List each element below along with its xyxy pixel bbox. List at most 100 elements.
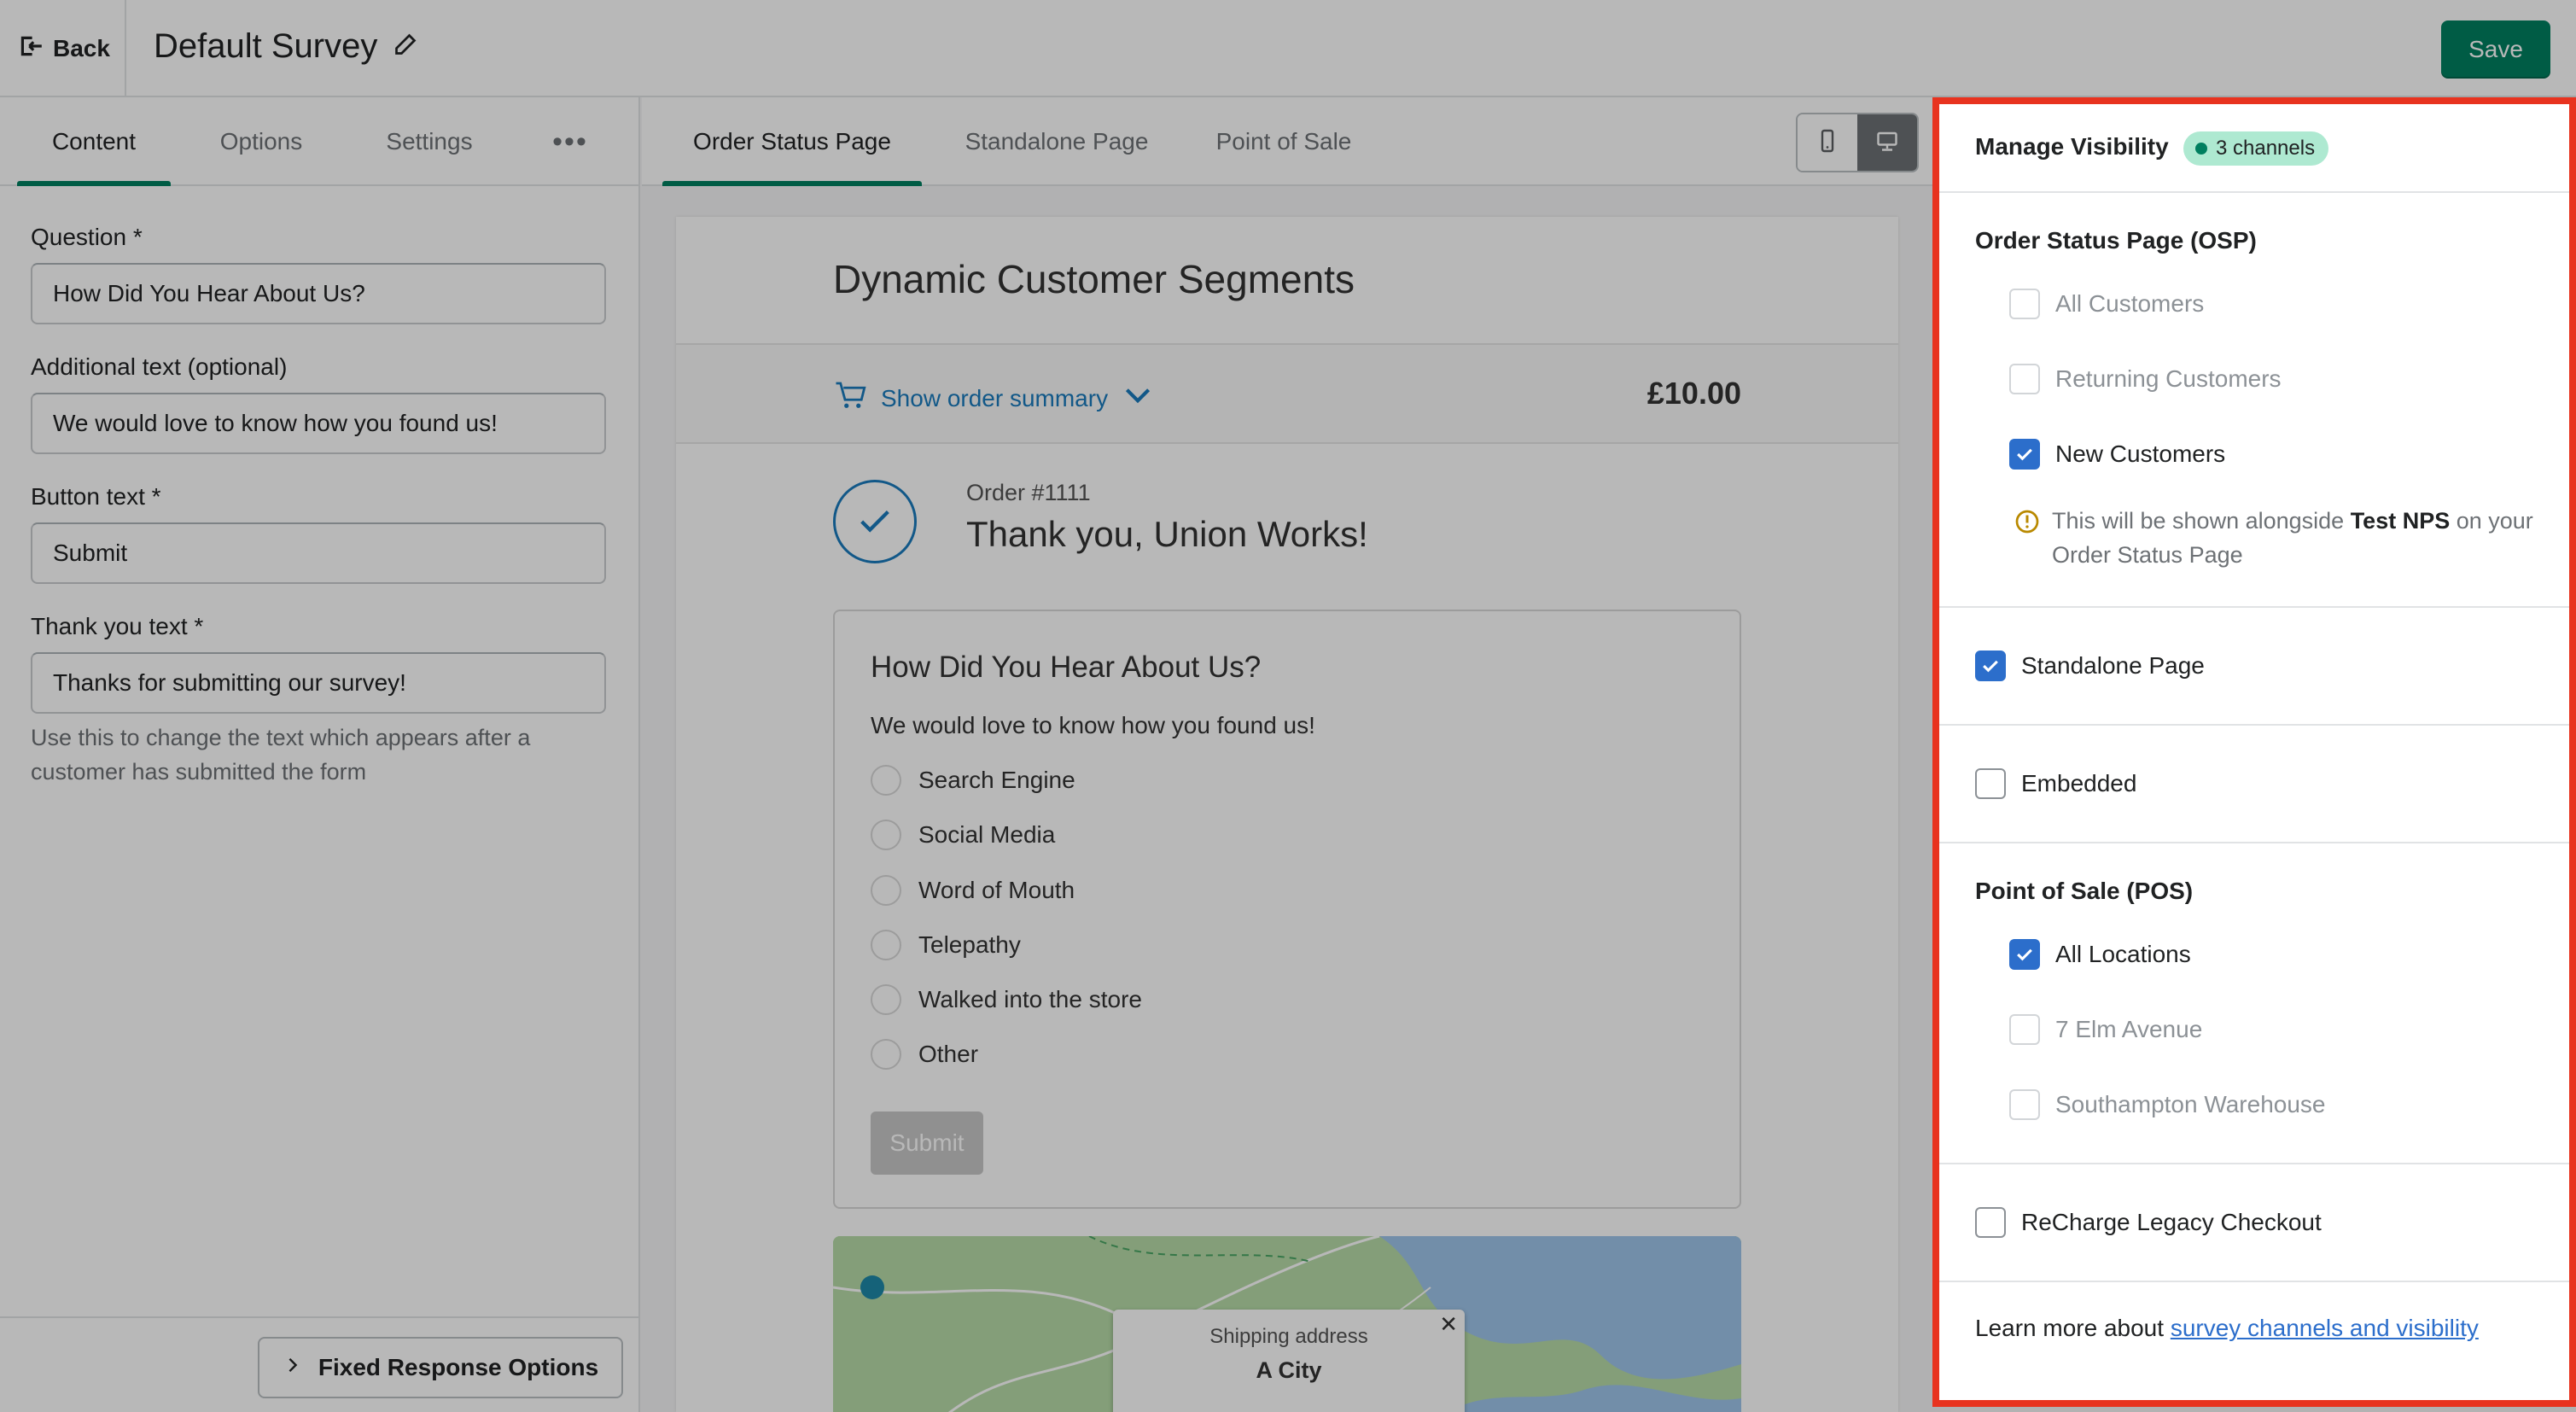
checkbox-7-elm-avenue[interactable]: 7 Elm Avenue — [2009, 1012, 2202, 1047]
fixed-response-options-button[interactable]: Fixed Response Options — [258, 1337, 623, 1398]
thank-you-text-field: Thank you text * Thanks for submitting o… — [31, 613, 606, 714]
checkbox-all-locations[interactable]: All Locations — [2009, 937, 2191, 971]
editor-panel: Content Options Settings ••• Question * … — [0, 97, 640, 1412]
tab-settings[interactable]: Settings — [367, 97, 492, 186]
additional-text-field: Additional text (optional) We would love… — [31, 353, 606, 454]
checkmark-icon — [1983, 660, 1998, 673]
checkmark-icon — [2017, 448, 2032, 461]
survey-card: How Did You Hear About Us? We would love… — [833, 610, 1741, 1209]
radio-button[interactable] — [871, 875, 901, 906]
checkbox-new-customers[interactable]: New Customers — [2009, 437, 2225, 471]
shipping-map[interactable]: Shipping address A City ✕ — [833, 1236, 1741, 1412]
checkbox-label: New Customers — [2055, 441, 2226, 467]
checkbox-label: All Customers — [2055, 290, 2205, 317]
tab-standalone-page[interactable]: Standalone Page — [953, 97, 1161, 186]
checkbox-southampton-warehouse[interactable]: Southampton Warehouse — [2009, 1088, 2326, 1122]
survey-option[interactable]: Search Engine — [871, 763, 1075, 797]
mobile-view-button[interactable] — [1798, 114, 1857, 171]
checkbox-label: Standalone Page — [2021, 652, 2205, 679]
thank-you-heading: Thank you, Union Works! — [966, 514, 1368, 554]
survey-question: How Did You Hear About Us? — [871, 651, 1262, 684]
tab-point-of-sale[interactable]: Point of Sale — [1192, 97, 1376, 186]
radio-button[interactable] — [871, 820, 901, 850]
learn-more-prefix: Learn more about — [1975, 1315, 2171, 1341]
order-confirmed-check-icon — [833, 480, 917, 563]
tab-order-status-page[interactable]: Order Status Page — [662, 97, 922, 186]
pos-section-title: Point of Sale (POS) — [1975, 878, 2194, 904]
desktop-icon — [1874, 128, 1900, 158]
checkbox[interactable] — [2009, 364, 2040, 394]
survey-channels-link[interactable]: survey channels and visibility — [2171, 1315, 2479, 1341]
checkbox-label: Embedded — [2021, 770, 2137, 796]
radio-button[interactable] — [871, 930, 901, 960]
desktop-view-button[interactable] — [1857, 114, 1917, 171]
checkbox-label: Southampton Warehouse — [2055, 1091, 2326, 1117]
button-text-input[interactable]: Submit — [31, 522, 606, 584]
survey-option[interactable]: Walked into the store — [871, 983, 1142, 1017]
back-label: Back — [53, 35, 110, 61]
close-icon[interactable]: ✕ — [1439, 1311, 1458, 1338]
radio-button[interactable] — [871, 765, 901, 796]
survey-option[interactable]: Other — [871, 1037, 978, 1071]
checkbox-returning-customers[interactable]: Returning Customers — [2009, 362, 2282, 396]
checkbox[interactable] — [2009, 1089, 2040, 1120]
more-options-icon[interactable]: ••• — [538, 97, 603, 186]
checkbox[interactable] — [1975, 651, 2006, 681]
checkbox[interactable] — [2009, 939, 2040, 970]
order-summary-bar: Show order summary £10.00 — [676, 343, 1898, 444]
show-order-summary-link[interactable]: Show order summary — [833, 377, 1156, 419]
osp-warning-text: This will be shown alongside Test NPS on… — [2052, 504, 2544, 572]
survey-subtitle: We would love to know how you found us! — [871, 712, 1315, 738]
save-button[interactable]: Save — [2441, 20, 2550, 79]
checkbox-label: 7 Elm Avenue — [2055, 1016, 2203, 1042]
radio-button[interactable] — [871, 984, 901, 1015]
warning-survey-name: Test NPS — [2350, 508, 2451, 534]
section-divider — [1939, 1281, 2569, 1282]
shipping-address-label: Shipping address — [1209, 1325, 1368, 1348]
checkbox[interactable] — [1975, 1207, 2006, 1238]
checkbox[interactable] — [2009, 1014, 2040, 1045]
show-order-summary-label: Show order summary — [881, 384, 1109, 411]
edit-pencil-icon[interactable] — [393, 27, 418, 66]
survey-option[interactable]: Telepathy — [871, 928, 1021, 962]
thank-you-text-input[interactable]: Thanks for submitting our survey! — [31, 652, 606, 714]
checkbox[interactable] — [1975, 768, 2006, 799]
checkbox-label: Returning Customers — [2055, 365, 2282, 392]
checkbox-label: ReCharge Legacy Checkout — [2021, 1209, 2322, 1235]
back-icon — [17, 32, 44, 66]
survey-option-label: Word of Mouth — [918, 877, 1075, 903]
warning-icon — [2015, 510, 2039, 534]
tab-options[interactable]: Options — [201, 97, 321, 186]
additional-text-input[interactable]: We would love to know how you found us! — [31, 393, 606, 454]
checkbox[interactable] — [2009, 289, 2040, 319]
mobile-icon — [1815, 128, 1840, 158]
checkbox-embedded[interactable]: Embedded — [1975, 767, 2136, 801]
survey-option[interactable]: Social Media — [871, 818, 1055, 852]
store-name: Dynamic Customer Segments — [833, 257, 1355, 301]
survey-option-label: Walked into the store — [918, 986, 1142, 1012]
chevron-down-icon — [1120, 377, 1156, 419]
top-divider — [125, 0, 126, 97]
question-input[interactable]: How Did You Hear About Us? — [31, 263, 606, 324]
survey-option[interactable]: Word of Mouth — [871, 873, 1075, 907]
checkbox[interactable] — [2009, 439, 2040, 470]
checkbox-all-customers[interactable]: All Customers — [2009, 287, 2204, 321]
preview-tabs: Order Status Page Standalone Page Point … — [642, 97, 1932, 186]
checkbox-label: All Locations — [2055, 941, 2191, 967]
section-divider — [1939, 606, 2569, 608]
survey-submit-button[interactable]: Submit — [871, 1112, 983, 1175]
back-button[interactable]: Back — [17, 26, 110, 72]
checkbox-standalone-page[interactable]: Standalone Page — [1975, 649, 2205, 683]
checkout-preview: Dynamic Customer Segments Show order sum… — [676, 217, 1898, 1412]
tab-content[interactable]: Content — [17, 97, 171, 186]
checkbox-recharge-legacy-checkout[interactable]: ReCharge Legacy Checkout — [1975, 1205, 2322, 1240]
fixed-response-options-label: Fixed Response Options — [318, 1354, 599, 1380]
device-toggle — [1796, 113, 1919, 172]
editor-footer: Fixed Response Options — [0, 1316, 638, 1412]
learn-more-text: Learn more about survey channels and vis… — [1975, 1315, 2479, 1342]
manage-visibility-panel: Manage Visibility 3 channels Order Statu… — [1932, 97, 2576, 1407]
radio-button[interactable] — [871, 1039, 901, 1070]
channels-badge: 3 channels — [2183, 131, 2329, 166]
visibility-header: Manage Visibility 3 channels — [1939, 104, 2569, 193]
order-total: £10.00 — [1646, 376, 1741, 411]
